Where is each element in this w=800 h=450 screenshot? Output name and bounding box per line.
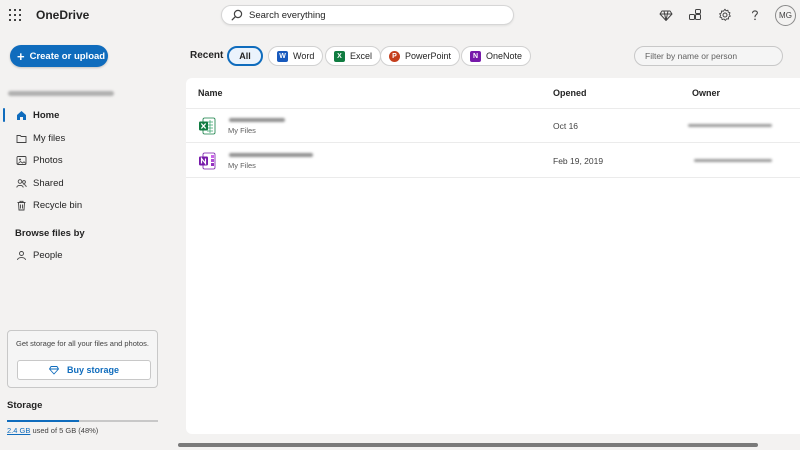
chip-label: Word xyxy=(293,51,315,61)
share-icon[interactable] xyxy=(688,8,702,22)
folder-icon xyxy=(16,134,27,143)
horizontal-scrollbar[interactable] xyxy=(178,443,758,447)
recent-label: Recent xyxy=(190,50,224,61)
sidebar-item-label: My files xyxy=(33,132,66,144)
chip-label: PowerPoint xyxy=(405,51,452,61)
person-icon xyxy=(17,250,26,260)
sidebar-item-label: Recycle bin xyxy=(33,199,83,211)
storage-used-link[interactable]: 2.4 GB xyxy=(7,426,30,435)
gear-icon[interactable] xyxy=(718,8,732,22)
storage-heading: Storage xyxy=(7,400,43,411)
search-box[interactable]: Search everything xyxy=(221,5,514,25)
file-opened-date: Oct 16 xyxy=(553,121,579,131)
sidebar-item-home[interactable]: Home xyxy=(16,107,59,123)
app-launcher-icon[interactable] xyxy=(9,9,21,21)
app-title[interactable]: OneDrive xyxy=(36,8,89,22)
sidebar-item-recycle-bin[interactable]: Recycle bin xyxy=(16,197,82,213)
buy-storage-label: Buy storage xyxy=(66,365,119,375)
sidebar-item-label: Home xyxy=(33,109,60,121)
people-icon xyxy=(16,178,27,188)
file-location: My Files xyxy=(228,126,256,135)
column-header-owner[interactable]: Owner xyxy=(692,88,720,98)
trash-icon xyxy=(17,200,26,210)
sidebar-item-label: Shared xyxy=(33,177,64,189)
avatar[interactable]: MG xyxy=(775,5,796,26)
owner-redacted xyxy=(694,159,772,162)
filter-chip-word[interactable]: W Word xyxy=(268,46,324,66)
powerpoint-icon: P xyxy=(389,50,400,62)
storage-promo-card: Get storage for all your files and photo… xyxy=(7,330,158,388)
file-name-redacted xyxy=(229,118,285,122)
sidebar-item-label: People xyxy=(33,249,63,261)
create-or-upload-button[interactable]: + Create or upload xyxy=(10,45,108,67)
sidebar-item-shared[interactable]: Shared xyxy=(16,175,64,191)
active-indicator xyxy=(3,108,5,122)
storage-detail: used of 5 GB (48%) xyxy=(30,426,99,435)
home-icon xyxy=(17,110,26,120)
filter-chip-excel[interactable]: X Excel xyxy=(325,46,382,66)
plus-icon: + xyxy=(17,48,25,64)
table-row[interactable]: My Files Feb 19, 2019 xyxy=(186,144,800,178)
chip-label: All xyxy=(239,51,251,61)
file-opened-date: Feb 19, 2019 xyxy=(553,156,604,166)
filter-chip-all[interactable]: All xyxy=(227,46,263,66)
table-row[interactable]: My Files Oct 16 xyxy=(186,109,800,143)
help-icon[interactable] xyxy=(748,8,762,22)
owner-redacted xyxy=(688,124,772,127)
file-location: My Files xyxy=(228,161,256,170)
sidebar-item-people[interactable]: People xyxy=(16,247,63,263)
storage-usage-text: 2.4 GB used of 5 GB (48%) xyxy=(7,426,98,435)
excel-icon: X xyxy=(334,50,345,62)
storage-meter-fill xyxy=(7,420,80,422)
onenote-icon: N xyxy=(470,50,481,62)
search-input[interactable]: Search everything xyxy=(249,10,326,21)
word-icon: W xyxy=(277,50,288,62)
storage-promo-message: Get storage for all your files and photo… xyxy=(16,339,149,348)
buy-storage-button[interactable]: Buy storage xyxy=(17,360,151,380)
browse-files-heading: Browse files by xyxy=(15,228,85,239)
sidebar-item-my-files[interactable]: My files xyxy=(16,130,65,146)
photo-icon xyxy=(16,155,27,165)
column-header-name[interactable]: Name xyxy=(198,88,223,98)
filter-chip-onenote[interactable]: N OneNote xyxy=(461,46,532,66)
column-header-opened[interactable]: Opened xyxy=(553,88,587,98)
top-bar: OneDrive Search everything MG xyxy=(0,0,800,34)
storage-meter xyxy=(7,420,158,422)
sidebar-item-photos[interactable]: Photos xyxy=(16,152,63,168)
diamond-icon xyxy=(49,366,59,375)
chip-label: OneNote xyxy=(486,51,523,61)
filter-by-name-input[interactable]: Filter by name or person xyxy=(634,46,783,66)
file-list-panel: Name Opened Owner My Files Oct 16 My Fil… xyxy=(186,78,800,434)
create-button-label: Create or upload xyxy=(29,50,106,62)
chip-label: Excel xyxy=(350,51,373,61)
diamond-icon[interactable] xyxy=(659,8,673,22)
excel-file-icon xyxy=(199,117,216,135)
file-name-redacted xyxy=(229,153,313,157)
onenote-file-icon xyxy=(199,152,216,170)
account-name-redacted xyxy=(8,91,114,96)
sidebar-item-label: Photos xyxy=(33,154,63,166)
search-icon xyxy=(231,9,243,21)
filter-chip-powerpoint[interactable]: P PowerPoint xyxy=(380,46,461,66)
